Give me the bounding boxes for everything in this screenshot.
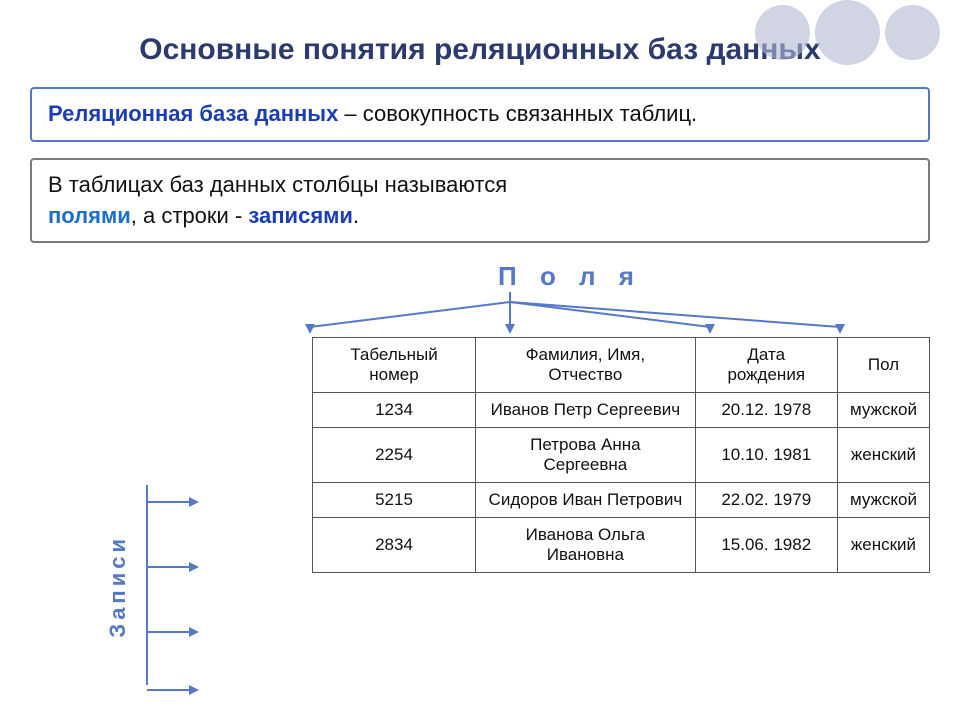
database-table: Табельный номер Фамилия, Имя, Отчество Д… [312, 337, 930, 573]
cell-0-0: 1234 [312, 393, 475, 428]
cell-1-2: 10.10. 1981 [695, 428, 837, 483]
table-row: 1234Иванов Петр Сергеевич20.12. 1978мужс… [312, 393, 929, 428]
zapisi-arrows-svg [127, 455, 202, 715]
table-row: 2834Иванова Ольга Ивановна15.06. 1982жен… [312, 518, 929, 573]
info-line1: В таблицах баз данных столбцы называются [48, 172, 507, 197]
info-box: В таблицах баз данных столбцы называются… [30, 158, 930, 244]
definition-rest: – совокупность связанных таблиц. [338, 101, 697, 126]
table-row: 2254Петрова Анна Сергеевна10.10. 1981жен… [312, 428, 929, 483]
cell-3-3: женский [837, 518, 929, 573]
definition-term: Реляционная база данных [48, 101, 338, 126]
zapisi-label: Записи [105, 535, 131, 638]
cell-1-0: 2254 [312, 428, 475, 483]
cell-2-2: 22.02. 1979 [695, 483, 837, 518]
info-highlight-zapisi: записями [248, 203, 353, 228]
table-row: 5215Сидоров Иван Петрович22.02. 1979мужс… [312, 483, 929, 518]
diagram-area: П о л я [110, 261, 930, 573]
table-wrapper: Записи Табельный номер Фамилия, Имя, Отч… [110, 337, 930, 573]
cell-1-3: женский [837, 428, 929, 483]
polya-label: П о л я [210, 261, 930, 292]
slide: Основные понятия реляционных баз данных … [0, 0, 960, 720]
deco-circle-3 [885, 5, 940, 60]
definition-box: Реляционная база данных – совокупность с… [30, 87, 930, 142]
cell-0-3: мужской [837, 393, 929, 428]
polya-arrows-svg [170, 292, 920, 337]
table-header-row: Табельный номер Фамилия, Имя, Отчество Д… [312, 338, 929, 393]
col-header-0: Табельный номер [312, 338, 475, 393]
deco-circle-1 [755, 5, 810, 60]
col-header-3: Пол [837, 338, 929, 393]
info-highlight-polya: полями [48, 203, 131, 228]
col-header-2: Дата рождения [695, 338, 837, 393]
info-middle: , а строки - [131, 203, 249, 228]
cell-2-3: мужской [837, 483, 929, 518]
cell-1-1: Петрова Анна Сергеевна [476, 428, 695, 483]
cell-2-1: Сидоров Иван Петрович [476, 483, 695, 518]
cell-0-2: 20.12. 1978 [695, 393, 837, 428]
col-header-1: Фамилия, Имя, Отчество [476, 338, 695, 393]
deco-circle-2 [815, 0, 880, 65]
cell-3-0: 2834 [312, 518, 475, 573]
cell-2-0: 5215 [312, 483, 475, 518]
decorative-circles [755, 5, 940, 65]
cell-3-2: 15.06. 1982 [695, 518, 837, 573]
info-end: . [353, 203, 359, 228]
cell-3-1: Иванова Ольга Ивановна [476, 518, 695, 573]
cell-0-1: Иванов Петр Сергеевич [476, 393, 695, 428]
